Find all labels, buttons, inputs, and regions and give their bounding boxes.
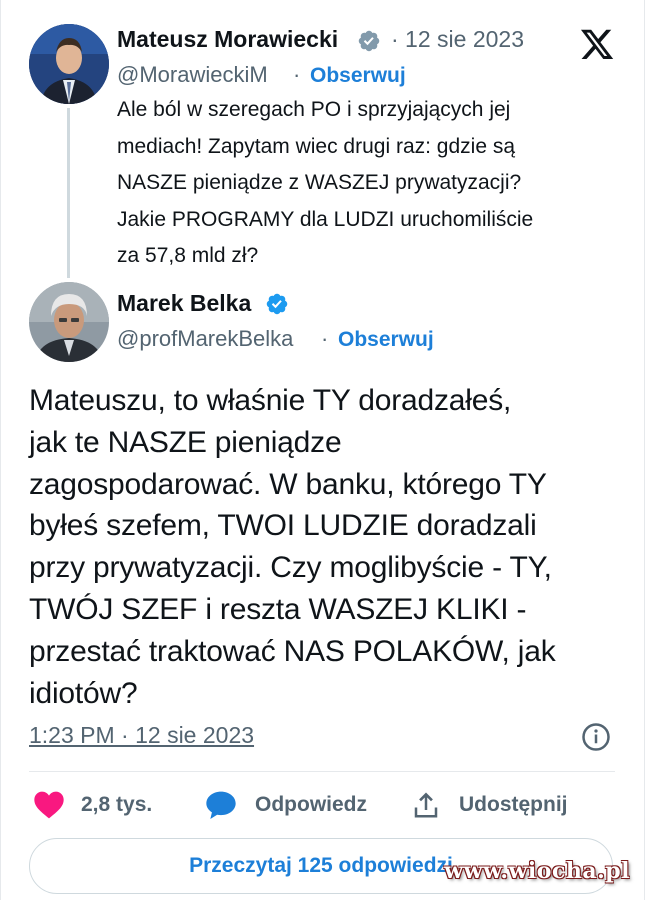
tweet-card: Mateusz Morawiecki · 12 sie 2023 @Morawi… <box>0 0 645 900</box>
reply-handle[interactable]: @MorawieckiM <box>117 62 268 88</box>
reply-follow-button[interactable]: Obserwuj <box>310 64 406 88</box>
share-icon[interactable] <box>411 790 441 820</box>
reply-tweet-text: Ale ból w szeregach PO i sprzyjających j… <box>117 98 534 267</box>
info-icon[interactable] <box>581 722 611 752</box>
share-action[interactable]: Udostępnij <box>411 790 568 820</box>
share-label: Udostępnij <box>459 793 568 816</box>
tweet-timestamp[interactable]: 1:23 PM · 12 sie 2023 <box>29 722 254 749</box>
main-author-name[interactable]: Marek Belka <box>117 290 251 317</box>
x-logo-icon[interactable] <box>579 26 615 62</box>
reply-date[interactable]: · 12 sie 2023 <box>391 26 524 53</box>
main-handle[interactable]: @profMarekBelka <box>117 326 293 352</box>
watermark: www.wiocha.pl <box>444 858 630 884</box>
main-follow-button[interactable]: Obserwuj <box>338 328 434 352</box>
divider <box>29 771 615 772</box>
reply-author-name[interactable]: Mateusz Morawiecki <box>117 26 338 53</box>
verified-badge-icon <box>266 293 288 315</box>
reply-separator: · <box>293 62 301 87</box>
reply-action[interactable]: Odpowiedz <box>205 790 367 820</box>
thread-line <box>67 108 70 278</box>
main-separator: · <box>321 326 329 351</box>
like-action[interactable]: 2,8 tys. <box>33 790 152 820</box>
verified-badge-icon <box>358 30 380 52</box>
avatar-morawiecki[interactable] <box>29 24 109 104</box>
heart-icon[interactable] <box>33 790 65 820</box>
reply-bubble-icon[interactable] <box>205 790 237 820</box>
main-tweet-text: Mateuszu, to właśnie TY doradzałeś, jak … <box>29 384 556 710</box>
like-count: 2,8 tys. <box>81 793 153 816</box>
avatar-belka[interactable] <box>29 282 109 362</box>
reply-label: Odpowiedz <box>255 793 367 816</box>
